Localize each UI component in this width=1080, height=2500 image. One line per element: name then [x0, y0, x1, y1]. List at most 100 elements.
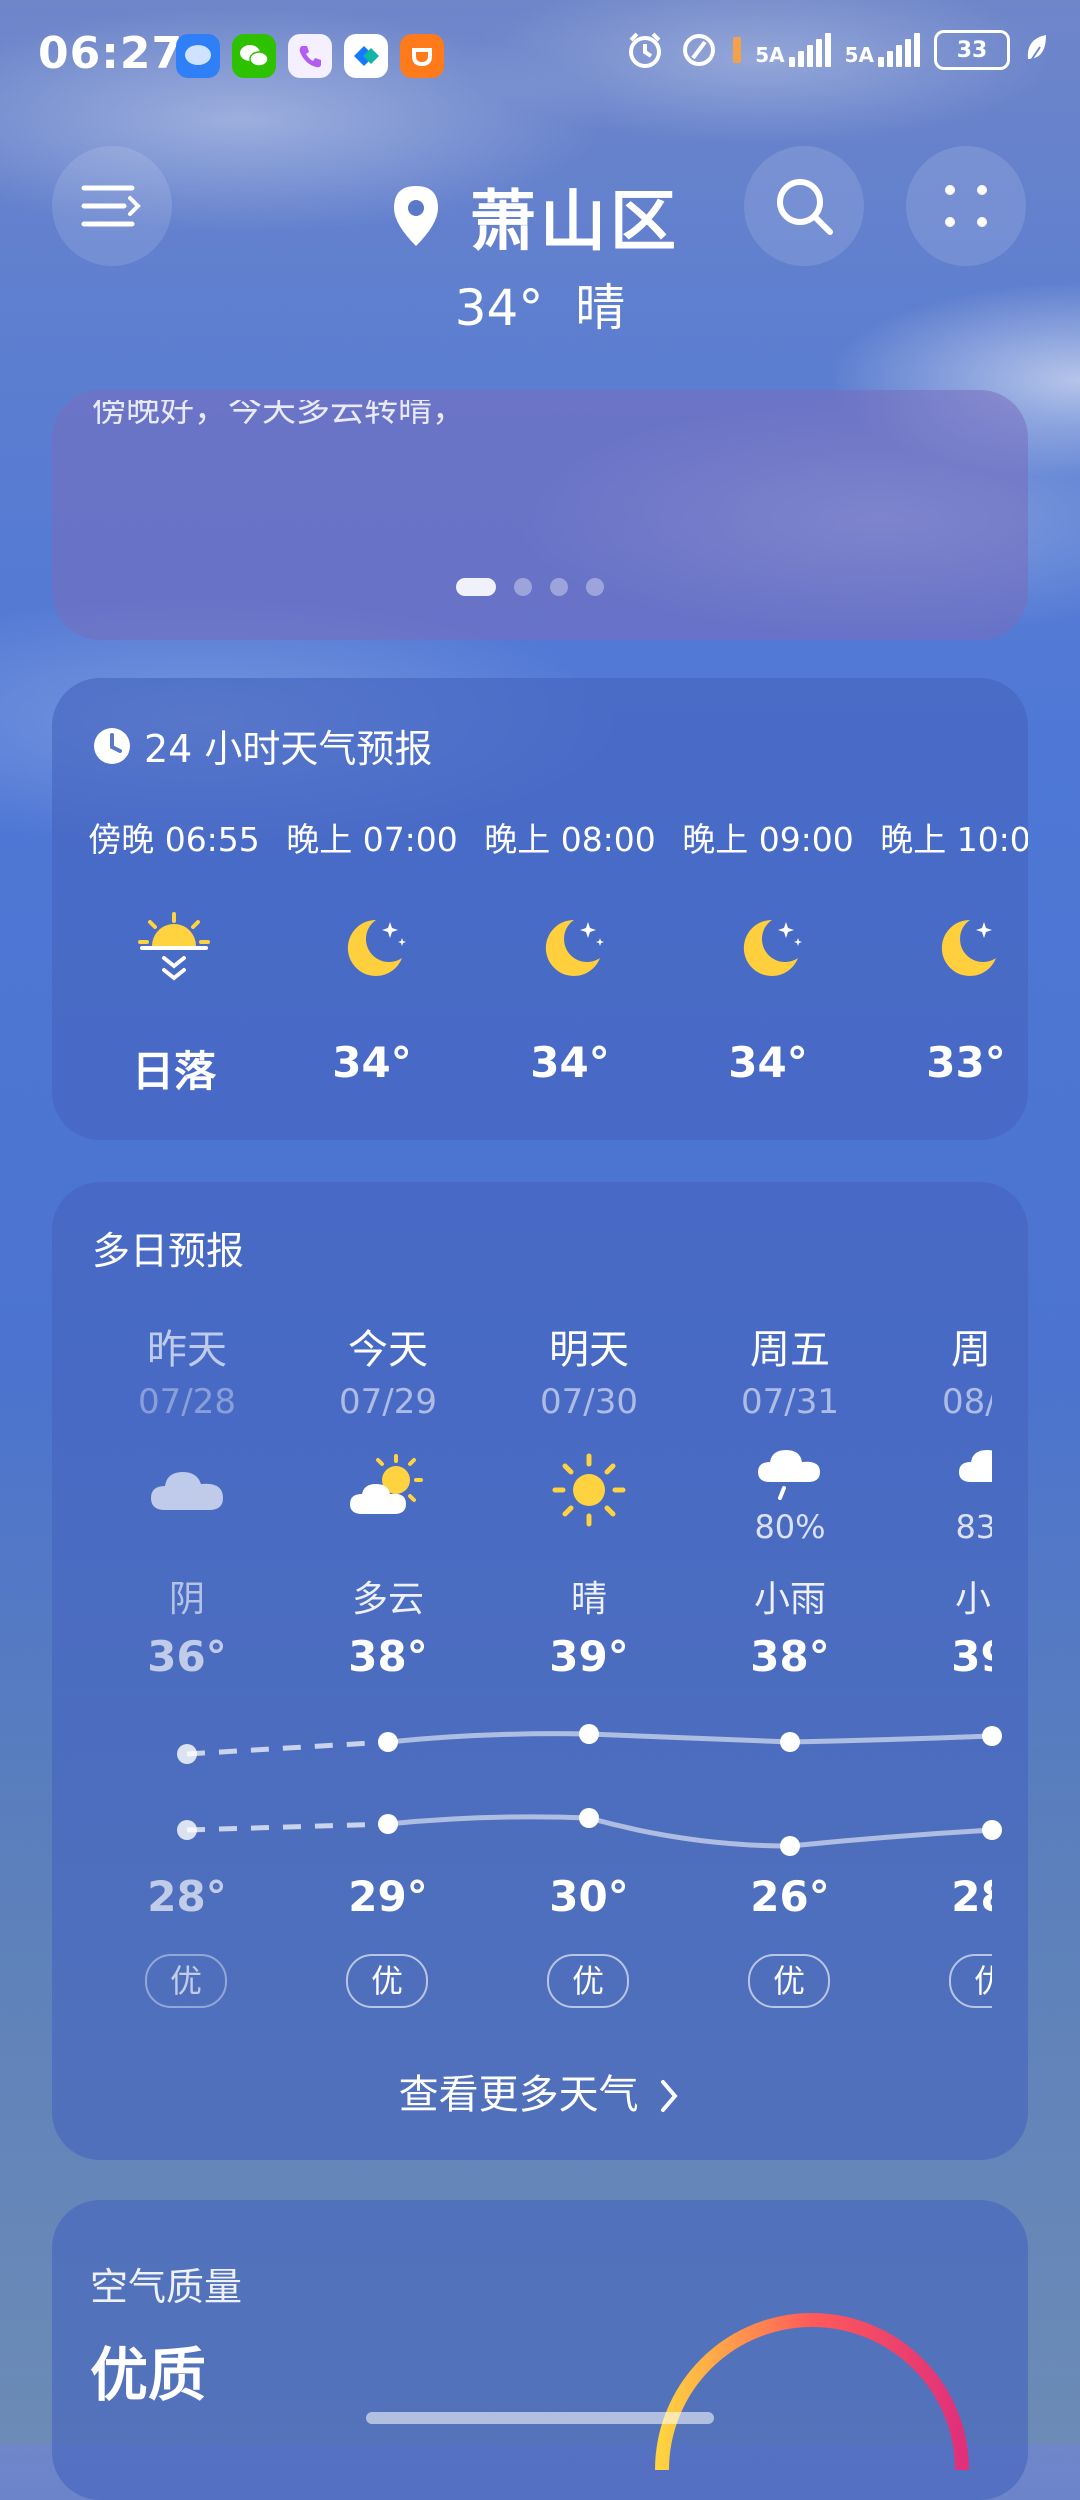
rain-icon [758, 1450, 820, 1500]
day-high: 36° [147, 1632, 227, 1681]
day-precip: 83% [955, 1508, 992, 1546]
day-high: 39° [951, 1632, 992, 1681]
moon-icon [347, 919, 406, 976]
system-icons: 5A 5A 33 [625, 30, 1050, 70]
hour-temp: 34° [332, 1038, 412, 1087]
status-bar: 06:27 5A 5A 33 [0, 0, 1080, 110]
day-high: 39° [549, 1632, 629, 1681]
status-time: 06:27 [38, 28, 184, 79]
day-low: 28° [951, 1872, 992, 1921]
hour-time: 晚上 08:00 [484, 820, 656, 859]
page-dot [514, 578, 532, 596]
moon-icon [545, 919, 604, 976]
day-name: 今天 [348, 1327, 428, 1373]
hour-time: 晚上 09:00 [682, 820, 854, 859]
day-condition: 阴 [168, 1579, 205, 1620]
aqi-gauge [655, 2313, 969, 2470]
day-date: 07/30 [540, 1382, 638, 1422]
page-dot [550, 578, 568, 596]
more-options-button[interactable] [906, 146, 1026, 266]
current-weather: 34° 晴 [0, 268, 1080, 340]
signal-2: 5A [845, 33, 920, 67]
day-condition: 小雨 [954, 1579, 992, 1620]
day-high: 38° [750, 1632, 830, 1681]
hour-time: 晚上 10:00 [880, 820, 1028, 859]
day-precip: 80% [754, 1508, 826, 1546]
hour-time: 傍晚 06:55 [88, 820, 260, 859]
grid-dots-icon [945, 185, 987, 227]
hour-temp: 34° [728, 1038, 808, 1087]
hour-time: 晚上 07:00 [286, 820, 458, 859]
aqi-badge: 优 [949, 1954, 992, 2008]
weather-tip-card[interactable]: 傍晚好，今天多云转晴， [52, 390, 1028, 640]
menu-button[interactable] [52, 146, 172, 266]
wechat-app-icon [232, 34, 276, 78]
battery-icon: 33 [934, 30, 1010, 70]
weather-tip-text: 傍晚好，今天多云转晴， [92, 390, 466, 430]
signal-1: 5A [755, 33, 831, 67]
search-button[interactable] [744, 146, 864, 266]
rain-icon [959, 1450, 992, 1482]
page-dot [586, 578, 604, 596]
battery-warning-icon [733, 37, 742, 63]
hour-temp: 34° [530, 1038, 610, 1087]
day-name: 周五 [750, 1327, 830, 1373]
current-temp: 34° [454, 279, 544, 337]
aq-level: 优质 [90, 2341, 207, 2409]
day-condition: 多云 [351, 1579, 424, 1620]
page-dot [456, 578, 496, 596]
didi-app-icon [400, 34, 444, 78]
day-name: 周六 [951, 1327, 992, 1373]
air-quality-card[interactable]: 空气质量 优质 [52, 2200, 1028, 2500]
day-date: 07/31 [741, 1382, 839, 1422]
nfc-icon [683, 34, 716, 66]
location-pin-icon [394, 186, 438, 246]
signal-bars-icon [878, 33, 920, 67]
hourly-forecast-card[interactable]: 24 小时天气预报 傍晚 06:55 日落 晚上 07:00 34° 晚上 08… [52, 678, 1028, 1140]
sunset-icon [138, 912, 210, 981]
net-type-2: 5A [844, 43, 874, 67]
aqi-badge: 优 [748, 1954, 830, 2008]
aqi-badge: 优 [346, 1954, 428, 2008]
menu-icon [81, 185, 141, 227]
page-indicator [456, 578, 604, 596]
alarm-icon [629, 32, 662, 68]
moon-icon [941, 919, 996, 976]
cloud-icon [151, 1472, 223, 1510]
hour-temp: 日落 [131, 1047, 216, 1096]
multi-day-forecast-card[interactable]: 多日预报 昨天 07/28 阴 36° 28° 优 今天 07/29 多云 38… [52, 1182, 1028, 2160]
alipay-app-icon [344, 34, 388, 78]
day-low: 29° [348, 1872, 428, 1921]
current-condition: 晴 [575, 279, 626, 337]
net-type-1: 5A [755, 43, 785, 67]
more-weather-label: 查看更多天气 [398, 2072, 639, 2118]
hourly-scroll[interactable]: 傍晚 06:55 日落 晚上 07:00 34° 晚上 08:00 34° 晚上… [52, 678, 1028, 1140]
daily-scroll[interactable]: 昨天 07/28 阴 36° 28° 优 今天 07/29 多云 38° 29° [52, 1182, 992, 2160]
day-condition: 晴 [570, 1579, 607, 1620]
day-date: 07/29 [339, 1382, 437, 1422]
day-low: 28° [147, 1872, 227, 1921]
partly-cloudy-icon [350, 1454, 423, 1514]
battery-level: 33 [956, 37, 988, 63]
notification-icons [176, 34, 444, 78]
city-name: 萧山区 [470, 183, 680, 260]
more-weather-link[interactable]: 查看更多天气 [52, 2062, 1028, 2120]
aqi-badge: 优 [145, 1954, 227, 2008]
home-indicator[interactable] [366, 2412, 714, 2424]
search-icon [777, 179, 833, 235]
signal-bars-icon [788, 33, 831, 67]
day-condition: 小雨 [753, 1579, 826, 1620]
message-app-icon [176, 34, 220, 78]
day-name: 明天 [549, 1327, 629, 1373]
chevron-right-icon [661, 2080, 678, 2112]
phone-app-icon [288, 34, 332, 78]
moon-icon [743, 919, 802, 976]
day-name: 昨天 [147, 1327, 227, 1373]
city-selector[interactable]: 萧山区 [390, 168, 680, 264]
day-date: 07/28 [138, 1382, 236, 1422]
sun-icon [552, 1453, 626, 1527]
day-low: 26° [750, 1872, 830, 1921]
aqi-badge: 优 [547, 1954, 629, 2008]
day-date: 08/01 [942, 1382, 992, 1422]
day-high: 38° [348, 1632, 428, 1681]
